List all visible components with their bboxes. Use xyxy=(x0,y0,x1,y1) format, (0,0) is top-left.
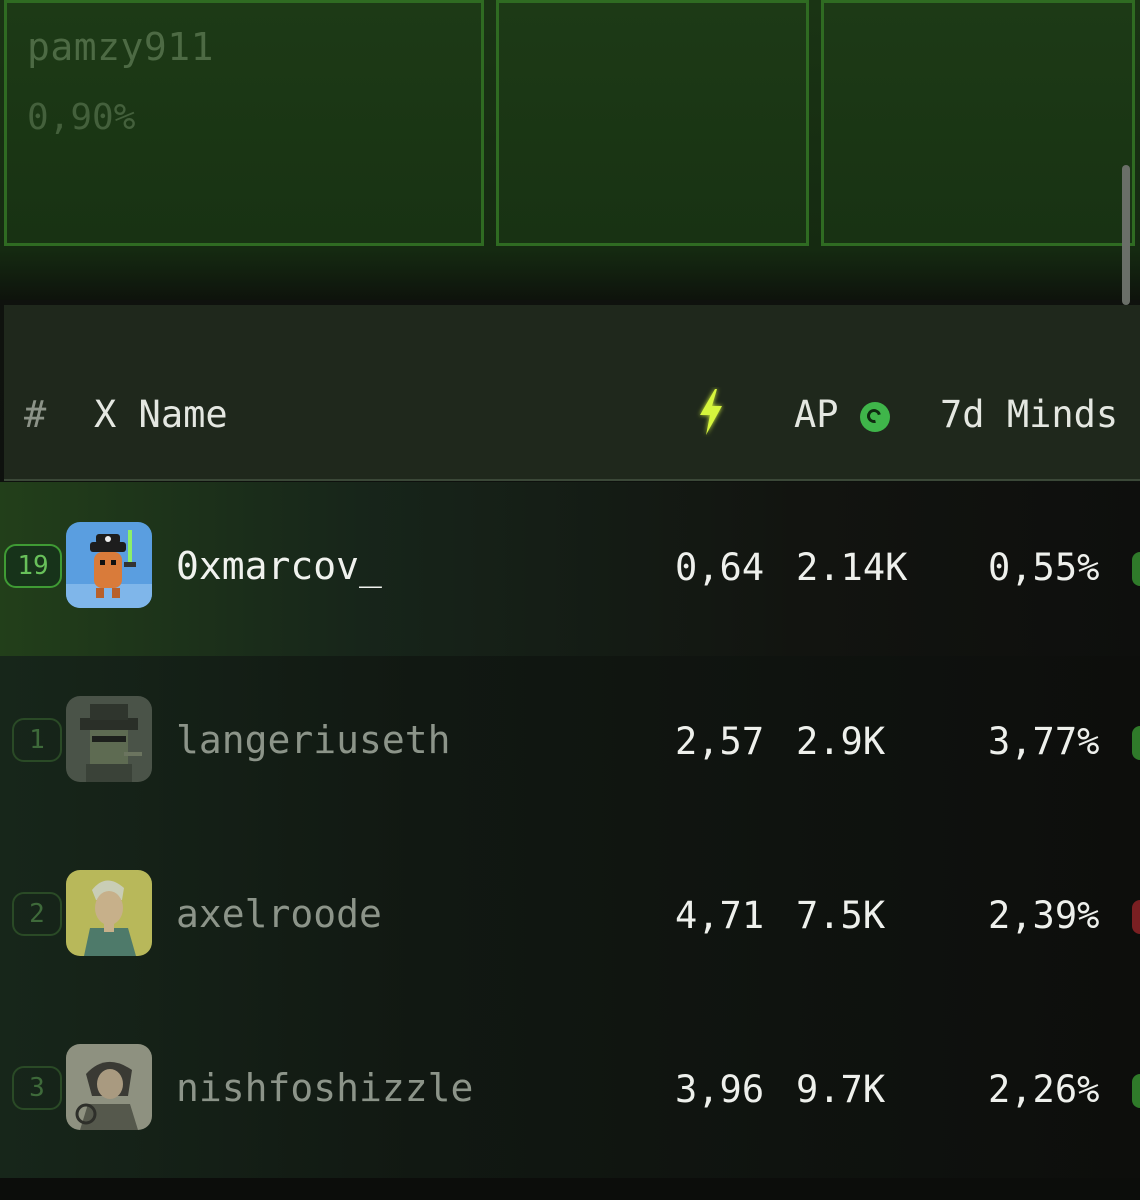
ap-value: 2.14K xyxy=(796,546,908,589)
ap-badge-icon xyxy=(860,402,890,432)
rank-badge: 19 xyxy=(4,544,62,588)
column-header-rank[interactable]: # xyxy=(24,393,46,436)
rank-badge: 1 xyxy=(12,718,62,762)
mindshare-treemap: pamzy911 0,90% xyxy=(0,0,1140,300)
scrollbar-thumb[interactable] xyxy=(1122,165,1130,305)
bolt-value: 0,64 xyxy=(675,546,765,589)
table-header: # X Name AP 7d Minds xyxy=(4,305,1140,481)
avatar xyxy=(66,870,152,956)
table-row[interactable]: 19 0xmarcov_ 0,64 2.14K 0,55% xyxy=(0,482,1140,656)
treemap-card[interactable] xyxy=(821,0,1135,246)
trend-indicator xyxy=(1132,1074,1140,1108)
table-row[interactable]: 1 langeriuseth 2,57 2.9K 3,77% xyxy=(0,656,1140,830)
treemap-card-name: pamzy911 xyxy=(27,25,215,69)
bolt-value: 3,96 xyxy=(675,1068,765,1111)
username[interactable]: nishfoshizzle xyxy=(176,1066,473,1110)
mindshare-value: 2,39% xyxy=(988,894,1100,937)
treemap-card-pamzy911[interactable]: pamzy911 0,90% xyxy=(4,0,484,246)
avatar xyxy=(66,696,152,782)
ap-value: 9.7K xyxy=(796,1068,886,1111)
mindshare-value: 0,55% xyxy=(988,546,1100,589)
column-header-name[interactable]: X Name xyxy=(94,393,228,436)
treemap-card-pct: 0,90% xyxy=(27,97,136,138)
username[interactable]: langeriuseth xyxy=(176,718,451,762)
avatar xyxy=(66,1044,152,1130)
bolt-value: 2,57 xyxy=(675,720,765,763)
username[interactable]: axelroode xyxy=(176,892,382,936)
table-row[interactable]: 2 axelroode 4,71 7.5K 2,39% xyxy=(0,830,1140,1004)
lightning-bolt-icon[interactable] xyxy=(694,387,728,437)
ap-value: 7.5K xyxy=(796,894,886,937)
trend-indicator xyxy=(1132,726,1140,760)
ap-value: 2.9K xyxy=(796,720,886,763)
table-row[interactable]: 3 nishfoshizzle 3,96 9.7K 2,26% xyxy=(0,1004,1140,1178)
bolt-value: 4,71 xyxy=(675,894,765,937)
trend-indicator xyxy=(1132,552,1140,586)
username[interactable]: 0xmarcov_ xyxy=(176,544,382,588)
trend-indicator xyxy=(1132,900,1140,934)
rank-badge: 2 xyxy=(12,892,62,936)
treemap-card[interactable] xyxy=(496,0,809,246)
mindshare-value: 2,26% xyxy=(988,1068,1100,1111)
rank-badge: 3 xyxy=(12,1066,62,1110)
avatar xyxy=(66,522,152,608)
leaderboard-page: pamzy911 0,90% # X Name AP 7d Minds 19 0… xyxy=(0,0,1140,1200)
column-header-7d-mindshare[interactable]: 7d Minds xyxy=(940,393,1118,436)
mindshare-value: 3,77% xyxy=(988,720,1100,763)
column-header-ap[interactable]: AP xyxy=(794,393,839,436)
